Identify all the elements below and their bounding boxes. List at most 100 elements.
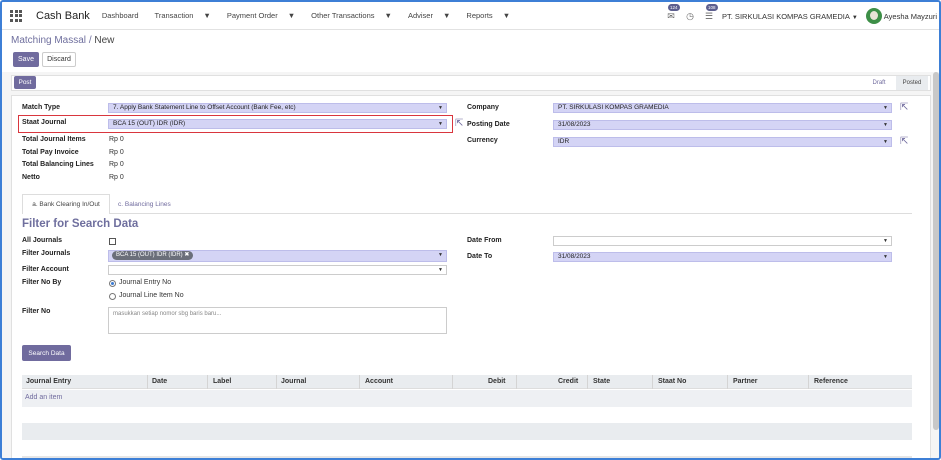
column-divider bbox=[727, 375, 728, 389]
col-partner[interactable]: Partner bbox=[733, 378, 758, 385]
radio-journal-line-item-no[interactable] bbox=[109, 293, 116, 300]
total-pay-invoice-value: Rp 0 bbox=[109, 149, 124, 156]
dropdown-arrow-icon: ▼ bbox=[438, 252, 443, 258]
status-posted[interactable]: Posted bbox=[896, 76, 928, 90]
staat-journal-select[interactable]: BCA 15 (OUT) IDR (IDR) ▼ bbox=[108, 119, 447, 129]
app-brand[interactable]: Cash Bank bbox=[36, 10, 90, 22]
col-reference[interactable]: Reference bbox=[814, 378, 848, 385]
col-credit[interactable]: Credit bbox=[558, 378, 578, 385]
column-divider bbox=[276, 375, 277, 389]
menu-other-transactions[interactable]: Other Transactions ▼ bbox=[311, 11, 400, 20]
radio-journal-entry-no[interactable] bbox=[109, 280, 116, 287]
total-journal-items-label: Total Journal Items bbox=[22, 136, 86, 143]
menu-dashboard[interactable]: Dashboard bbox=[102, 11, 147, 20]
filter-no-by-label: Filter No By bbox=[22, 279, 62, 286]
tab-balancing-lines[interactable]: c. Balancing Lines bbox=[118, 194, 171, 214]
table-header: Journal Entry Date Label Journal Account… bbox=[22, 375, 912, 389]
date-to-value: 31/08/2023 bbox=[558, 253, 591, 260]
col-state[interactable]: State bbox=[593, 378, 610, 385]
chat-icon[interactable]: ✉ 124 bbox=[665, 4, 680, 22]
column-divider bbox=[652, 375, 653, 389]
external-link-icon[interactable]: ⇱ bbox=[900, 103, 910, 113]
col-debit[interactable]: Debit bbox=[488, 378, 506, 385]
dropdown-arrow-icon: ▼ bbox=[438, 121, 443, 127]
breadcrumb-parent[interactable]: Matching Massal bbox=[11, 35, 86, 46]
posting-date-field[interactable]: 31/08/2023 ▼ bbox=[553, 120, 892, 130]
posting-date-label: Posting Date bbox=[467, 121, 510, 128]
col-staat-no[interactable]: Staat No bbox=[658, 378, 686, 385]
menu-reports[interactable]: Reports ▼ bbox=[466, 11, 518, 20]
currency-select[interactable]: IDR ▼ bbox=[553, 137, 892, 147]
match-type-select[interactable]: 7. Apply Bank Statement Line to Offset A… bbox=[108, 103, 447, 113]
status-bar bbox=[11, 75, 931, 91]
filter-no-textarea[interactable]: masukkan setiap nomor sbg baris baru... bbox=[108, 307, 447, 334]
column-divider bbox=[808, 375, 809, 389]
date-from-field[interactable]: ▼ bbox=[553, 236, 892, 246]
company-switcher[interactable]: PT. SIRKULASI KOMPAS GRAMEDIA ▼ bbox=[722, 12, 858, 21]
activity-icon[interactable]: ☰ 108 bbox=[703, 4, 718, 22]
filter-section-title: Filter for Search Data bbox=[22, 218, 139, 230]
all-journals-checkbox[interactable] bbox=[109, 238, 116, 245]
horizontal-scrollbar[interactable] bbox=[22, 456, 912, 458]
filter-journal-tag[interactable]: BCA 15 (OUT) IDR (IDR) ✖ bbox=[112, 251, 194, 260]
search-data-button[interactable]: Search Data bbox=[22, 345, 71, 361]
dropdown-arrow-icon: ▼ bbox=[883, 238, 888, 244]
total-balancing-lines-value: Rp 0 bbox=[109, 161, 124, 168]
col-date[interactable]: Date bbox=[152, 378, 167, 385]
tag-label: BCA 15 (OUT) IDR (IDR) bbox=[116, 252, 183, 258]
status-draft[interactable]: Draft bbox=[864, 76, 894, 90]
tab-bank-clearing[interactable]: a. Bank Clearing In/Out bbox=[22, 194, 110, 214]
post-button[interactable]: Post bbox=[14, 76, 36, 89]
col-label[interactable]: Label bbox=[213, 378, 231, 385]
user-avatar[interactable] bbox=[865, 8, 882, 24]
add-item-link[interactable]: Add an item bbox=[25, 394, 62, 401]
menu-payment-order[interactable]: Payment Order ▼ bbox=[227, 11, 303, 20]
radio-journal-entry-label[interactable]: Journal Entry No bbox=[119, 279, 171, 286]
column-divider bbox=[587, 375, 588, 389]
save-button[interactable]: Save bbox=[13, 52, 39, 67]
filter-account-select[interactable]: ▼ bbox=[108, 265, 447, 275]
menu-adviser[interactable]: Adviser ▼ bbox=[408, 11, 458, 20]
posting-date-value: 31/08/2023 bbox=[558, 121, 591, 128]
apps-menu-icon[interactable] bbox=[10, 9, 24, 23]
discard-button[interactable]: Discard bbox=[42, 52, 76, 67]
clock-icon[interactable]: ◷ bbox=[684, 10, 696, 22]
filter-no-placeholder: masukkan setiap nomor sbg baris baru... bbox=[113, 311, 222, 317]
col-journal[interactable]: Journal bbox=[281, 378, 306, 385]
top-navbar: Cash Bank Dashboard Transaction ▼ Payment… bbox=[2, 2, 939, 30]
app-window: Cash Bank Dashboard Transaction ▼ Payment… bbox=[0, 0, 941, 460]
remove-tag-icon[interactable]: ✖ bbox=[184, 252, 189, 258]
dropdown-arrow-icon: ▼ bbox=[438, 105, 443, 111]
column-divider bbox=[207, 375, 208, 389]
company-name: PT. SIRKULASI KOMPAS GRAMEDIA bbox=[722, 11, 850, 21]
total-pay-invoice-label: Total Pay Invoice bbox=[22, 149, 79, 156]
column-divider bbox=[452, 375, 453, 389]
breadcrumb-separator: / bbox=[88, 35, 92, 46]
external-link-icon[interactable]: ⇱ bbox=[900, 137, 910, 147]
filter-journals-label: Filter Journals bbox=[22, 250, 71, 257]
col-account[interactable]: Account bbox=[365, 378, 393, 385]
company-select[interactable]: PT. SIRKULASI KOMPAS GRAMEDIA ▼ bbox=[553, 103, 892, 113]
column-divider bbox=[147, 375, 148, 389]
menu-label: Other Transactions bbox=[311, 11, 375, 20]
caret-down-icon: ▼ bbox=[502, 11, 511, 20]
total-balancing-lines-label: Total Balancing Lines bbox=[22, 161, 94, 168]
date-from-label: Date From bbox=[467, 237, 502, 244]
dropdown-arrow-icon: ▼ bbox=[883, 105, 888, 111]
menu-transaction[interactable]: Transaction ▼ bbox=[155, 11, 219, 20]
currency-label: Currency bbox=[467, 137, 498, 144]
caret-down-icon: ▼ bbox=[287, 11, 296, 20]
col-journal-entry[interactable]: Journal Entry bbox=[26, 378, 71, 385]
radio-journal-line-label[interactable]: Journal Line Item No bbox=[119, 292, 184, 299]
user-name[interactable]: Ayesha Mayzuri bbox=[884, 12, 937, 21]
date-to-field[interactable]: 31/08/2023 ▼ bbox=[553, 252, 892, 262]
dropdown-arrow-icon: ▼ bbox=[883, 254, 888, 260]
menu-label: Dashboard bbox=[101, 11, 139, 20]
company-label: Company bbox=[467, 104, 499, 111]
filter-account-label: Filter Account bbox=[22, 266, 69, 273]
vertical-scrollbar[interactable] bbox=[933, 72, 939, 430]
menu-label: Transaction bbox=[154, 11, 194, 20]
caret-down-icon: ▼ bbox=[203, 11, 211, 20]
table-footer bbox=[22, 423, 912, 440]
external-link-icon[interactable]: ⇱ bbox=[455, 119, 465, 129]
